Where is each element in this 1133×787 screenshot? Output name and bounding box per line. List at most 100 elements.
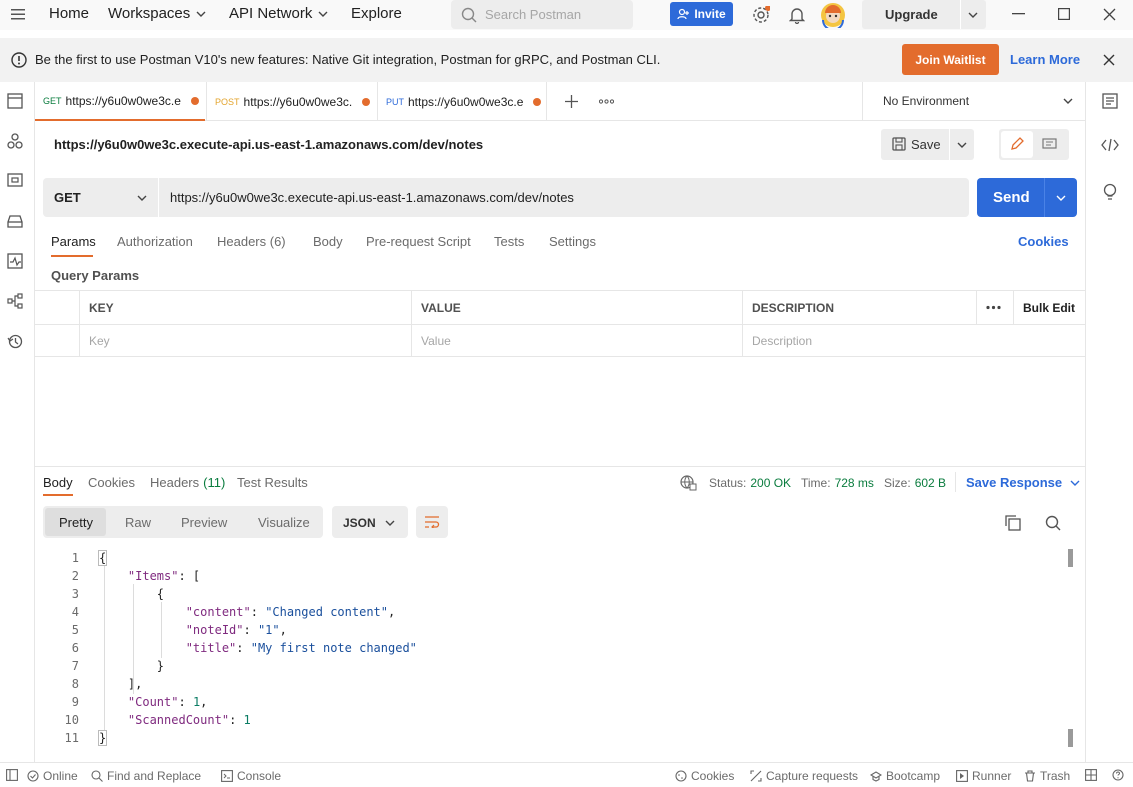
collections-icon[interactable] [7, 93, 23, 109]
column-header-value: VALUE [412, 291, 743, 324]
environment-quick-look-icon[interactable] [1102, 93, 1118, 109]
search-input[interactable]: Search Postman [451, 0, 633, 29]
tab-prerequest-script[interactable]: Pre-request Script [366, 234, 471, 249]
active-tab-indicator [43, 494, 73, 496]
format-select[interactable]: JSON [332, 506, 408, 538]
scrollbar-thumb[interactable] [1068, 729, 1073, 747]
more-options-icon[interactable] [977, 291, 1014, 324]
history-icon[interactable] [7, 333, 23, 349]
environments-icon[interactable] [7, 173, 23, 189]
console-button[interactable]: Console [221, 769, 281, 783]
tab-params[interactable]: Params [51, 234, 96, 249]
view-visualize-button[interactable]: Visualize [258, 515, 310, 530]
maximize-icon[interactable] [1058, 8, 1070, 20]
tab-request-put[interactable]: PUT https://y6u0w0we3c.e [377, 82, 547, 121]
join-waitlist-button[interactable]: Join Waitlist [902, 44, 999, 75]
lightbulb-icon[interactable] [1102, 183, 1118, 201]
save-button[interactable]: Save [881, 129, 974, 160]
copy-icon[interactable] [1005, 515, 1021, 531]
edit-mode-button[interactable] [1001, 131, 1033, 158]
nav-home[interactable]: Home [49, 5, 89, 22]
response-time[interactable]: Time: 728 ms [801, 476, 874, 490]
runner-button[interactable]: Runner [956, 769, 1011, 783]
response-tab-body[interactable]: Body [43, 475, 73, 490]
add-user-icon [677, 8, 690, 20]
upgrade-button[interactable]: Upgrade [862, 0, 986, 29]
value-input[interactable]: Value [412, 325, 743, 357]
divider [949, 129, 950, 160]
tab-settings[interactable]: Settings [549, 234, 596, 249]
nav-api-network[interactable]: API Network [229, 5, 328, 22]
chevron-down-icon[interactable] [968, 12, 978, 18]
tab-authorization[interactable]: Authorization [117, 234, 193, 249]
view-preview-button[interactable]: Preview [181, 515, 227, 530]
line-number: 8 [71, 677, 79, 691]
learn-more-link[interactable]: Learn More [1010, 52, 1080, 67]
bootcamp-button[interactable]: Bootcamp [870, 769, 940, 783]
bell-icon[interactable] [789, 6, 805, 24]
apis-icon[interactable] [7, 133, 23, 149]
view-raw-button[interactable]: Raw [125, 515, 151, 530]
globe-icon[interactable] [680, 475, 697, 491]
online-status[interactable]: Online [27, 769, 78, 783]
console-icon [221, 770, 233, 782]
response-status[interactable]: Status: 200 OK [709, 476, 791, 490]
tab-request-post[interactable]: POST https://y6u0w0we3c. [206, 82, 376, 121]
flows-icon[interactable] [7, 293, 23, 309]
chevron-down-icon [385, 520, 395, 526]
response-tab-test-results[interactable]: Test Results [237, 475, 308, 490]
chevron-down-icon[interactable] [1056, 195, 1066, 201]
trash-icon [1024, 770, 1036, 782]
avatar[interactable] [820, 2, 846, 28]
help-icon[interactable] [1112, 769, 1124, 781]
close-icon[interactable] [1103, 54, 1115, 66]
search-icon[interactable] [1045, 515, 1061, 531]
response-tab-headers[interactable]: Headers (11) [150, 475, 225, 490]
cookies-link[interactable]: Cookies [1018, 234, 1069, 249]
trash-button[interactable]: Trash [1024, 769, 1070, 783]
environment-select[interactable]: No Environment [862, 82, 1085, 121]
close-window-icon[interactable] [1103, 8, 1116, 21]
response-body-editor[interactable]: 1 2 3 4 5 6 7 8 9 10 11 { "Items": [ { "… [35, 546, 1085, 756]
code-line: "noteId": "1", [185, 623, 287, 637]
invite-button[interactable]: Invite [670, 2, 733, 26]
tab-request-get[interactable]: GET https://y6u0w0we3c.e [35, 82, 205, 121]
method-select[interactable]: GET [43, 178, 159, 217]
request-name[interactable]: https://y6u0w0we3c.execute-api.us-east-1… [54, 137, 483, 152]
response-tab-cookies[interactable]: Cookies [88, 475, 135, 490]
unsaved-dot [533, 97, 542, 106]
nav-explore[interactable]: Explore [351, 5, 402, 22]
tab-tests[interactable]: Tests [494, 234, 524, 249]
send-button[interactable]: Send [977, 178, 1077, 217]
nav-workspaces[interactable]: Workspaces [108, 5, 206, 22]
save-response-button[interactable]: Save Response [966, 475, 1080, 490]
minimize-icon[interactable] [1012, 13, 1025, 15]
tab-headers[interactable]: Headers (6) [217, 234, 286, 249]
wrap-lines-button[interactable] [416, 506, 448, 538]
chevron-down-icon [1070, 480, 1080, 486]
capture-requests-button[interactable]: Capture requests [750, 769, 858, 783]
url-input[interactable]: https://y6u0w0we3c.execute-api.us-east-1… [159, 178, 969, 217]
tab-body[interactable]: Body [313, 234, 343, 249]
mock-servers-icon[interactable] [7, 213, 23, 229]
settings-icon[interactable] [752, 6, 770, 24]
response-size[interactable]: Size: 602 B [884, 476, 946, 490]
two-pane-view-icon[interactable] [1085, 769, 1097, 781]
menu-icon[interactable] [11, 8, 25, 20]
code-icon[interactable] [1101, 138, 1119, 152]
bulk-edit-button[interactable]: Bulk Edit [1014, 291, 1085, 324]
chevron-down-icon[interactable] [957, 142, 967, 148]
toggle-sidebar-icon[interactable] [6, 769, 18, 781]
scrollbar-thumb[interactable] [1068, 549, 1073, 567]
new-tab-icon[interactable] [565, 95, 578, 108]
pane-divider[interactable] [35, 466, 1085, 467]
column-header-description: DESCRIPTION [743, 291, 977, 324]
key-input[interactable]: Key [80, 325, 412, 357]
cookies-button[interactable]: Cookies [675, 769, 734, 783]
find-and-replace-button[interactable]: Find and Replace [91, 769, 201, 783]
description-input[interactable]: Description [743, 325, 1085, 357]
view-pretty-button[interactable]: Pretty [45, 508, 106, 536]
more-tabs-icon[interactable] [599, 99, 614, 104]
monitors-icon[interactable] [7, 253, 23, 269]
comment-icon[interactable] [1042, 138, 1057, 151]
